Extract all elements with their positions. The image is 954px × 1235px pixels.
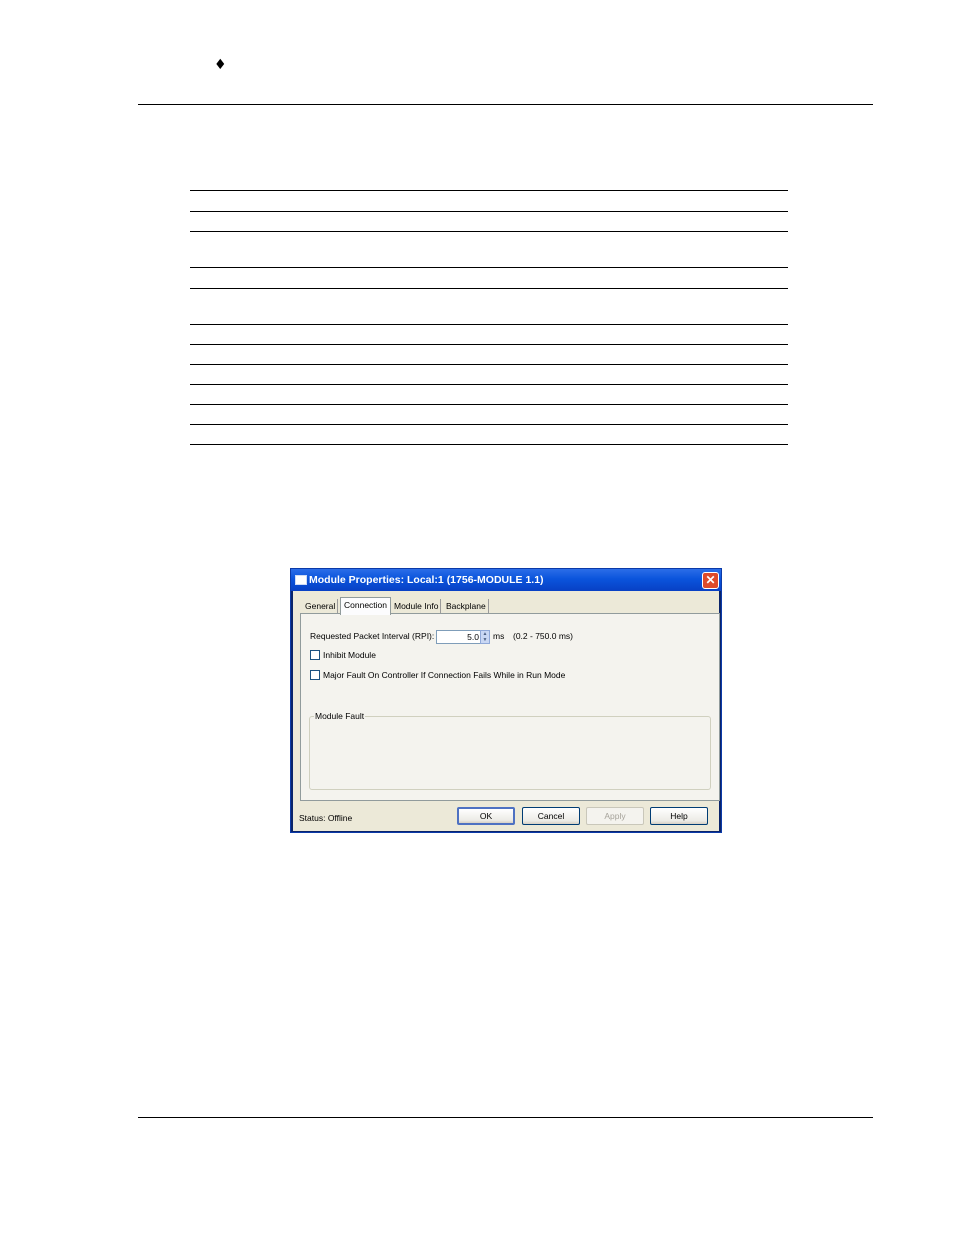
status-text: Status: Offline <box>299 813 353 823</box>
apply-button[interactable]: Apply <box>586 807 644 825</box>
module-properties-dialog: Module Properties: Local:1 (1756-MODULE … <box>290 568 722 833</box>
table-rule <box>190 324 788 325</box>
dialog-client: General Connection Module Info Backplane… <box>293 591 720 831</box>
table-rule <box>190 231 788 232</box>
tab-connection[interactable]: Connection <box>340 597 392 615</box>
connection-tab-panel: Requested Packet Interval (RPI): 5.0 ▲ ▼… <box>300 613 720 801</box>
table-rule <box>190 267 788 268</box>
module-fault-group: Module Fault <box>309 710 711 790</box>
header-rule <box>138 104 873 105</box>
footer-rule <box>138 1117 873 1118</box>
major-fault-label[interactable]: Major Fault On Controller If Connection … <box>323 670 565 681</box>
help-button[interactable]: Help <box>650 807 708 825</box>
major-fault-checkbox[interactable] <box>310 670 320 680</box>
cancel-button[interactable]: Cancel <box>522 807 580 825</box>
table-rule <box>190 211 788 212</box>
dialog-titlebar[interactable]: Module Properties: Local:1 (1756-MODULE … <box>291 569 721 591</box>
bullet-glyph: ♦ <box>214 57 227 73</box>
table-rule <box>190 288 788 289</box>
window-icon <box>295 575 307 585</box>
tab-general[interactable]: General <box>303 599 339 613</box>
table-rule <box>190 344 788 345</box>
tab-backplane[interactable]: Backplane <box>444 599 489 613</box>
rpi-label: Requested Packet Interval (RPI): <box>310 631 435 641</box>
inhibit-module-checkbox[interactable] <box>310 650 320 660</box>
table-rule <box>190 444 788 445</box>
rpi-spinner[interactable]: ▲ ▼ <box>480 630 490 644</box>
spin-down-icon[interactable]: ▼ <box>483 637 488 643</box>
rpi-input[interactable]: 5.0 <box>436 630 482 644</box>
rpi-unit: ms <box>493 631 505 641</box>
table-rule <box>190 364 788 365</box>
inhibit-module-label[interactable]: Inhibit Module <box>323 650 376 661</box>
table-rule <box>190 190 788 191</box>
rpi-range: (0.2 - 750.0 ms) <box>513 631 573 641</box>
table-rule <box>190 424 788 425</box>
table-rule <box>190 404 788 405</box>
table-rule <box>190 384 788 385</box>
close-button[interactable]: ✕ <box>702 572 719 589</box>
dialog-title: Module Properties: Local:1 (1756-MODULE … <box>309 574 544 586</box>
module-fault-title: Module Fault <box>314 710 366 722</box>
tab-module-info[interactable]: Module Info <box>392 599 442 613</box>
ok-button[interactable]: OK <box>457 807 515 825</box>
